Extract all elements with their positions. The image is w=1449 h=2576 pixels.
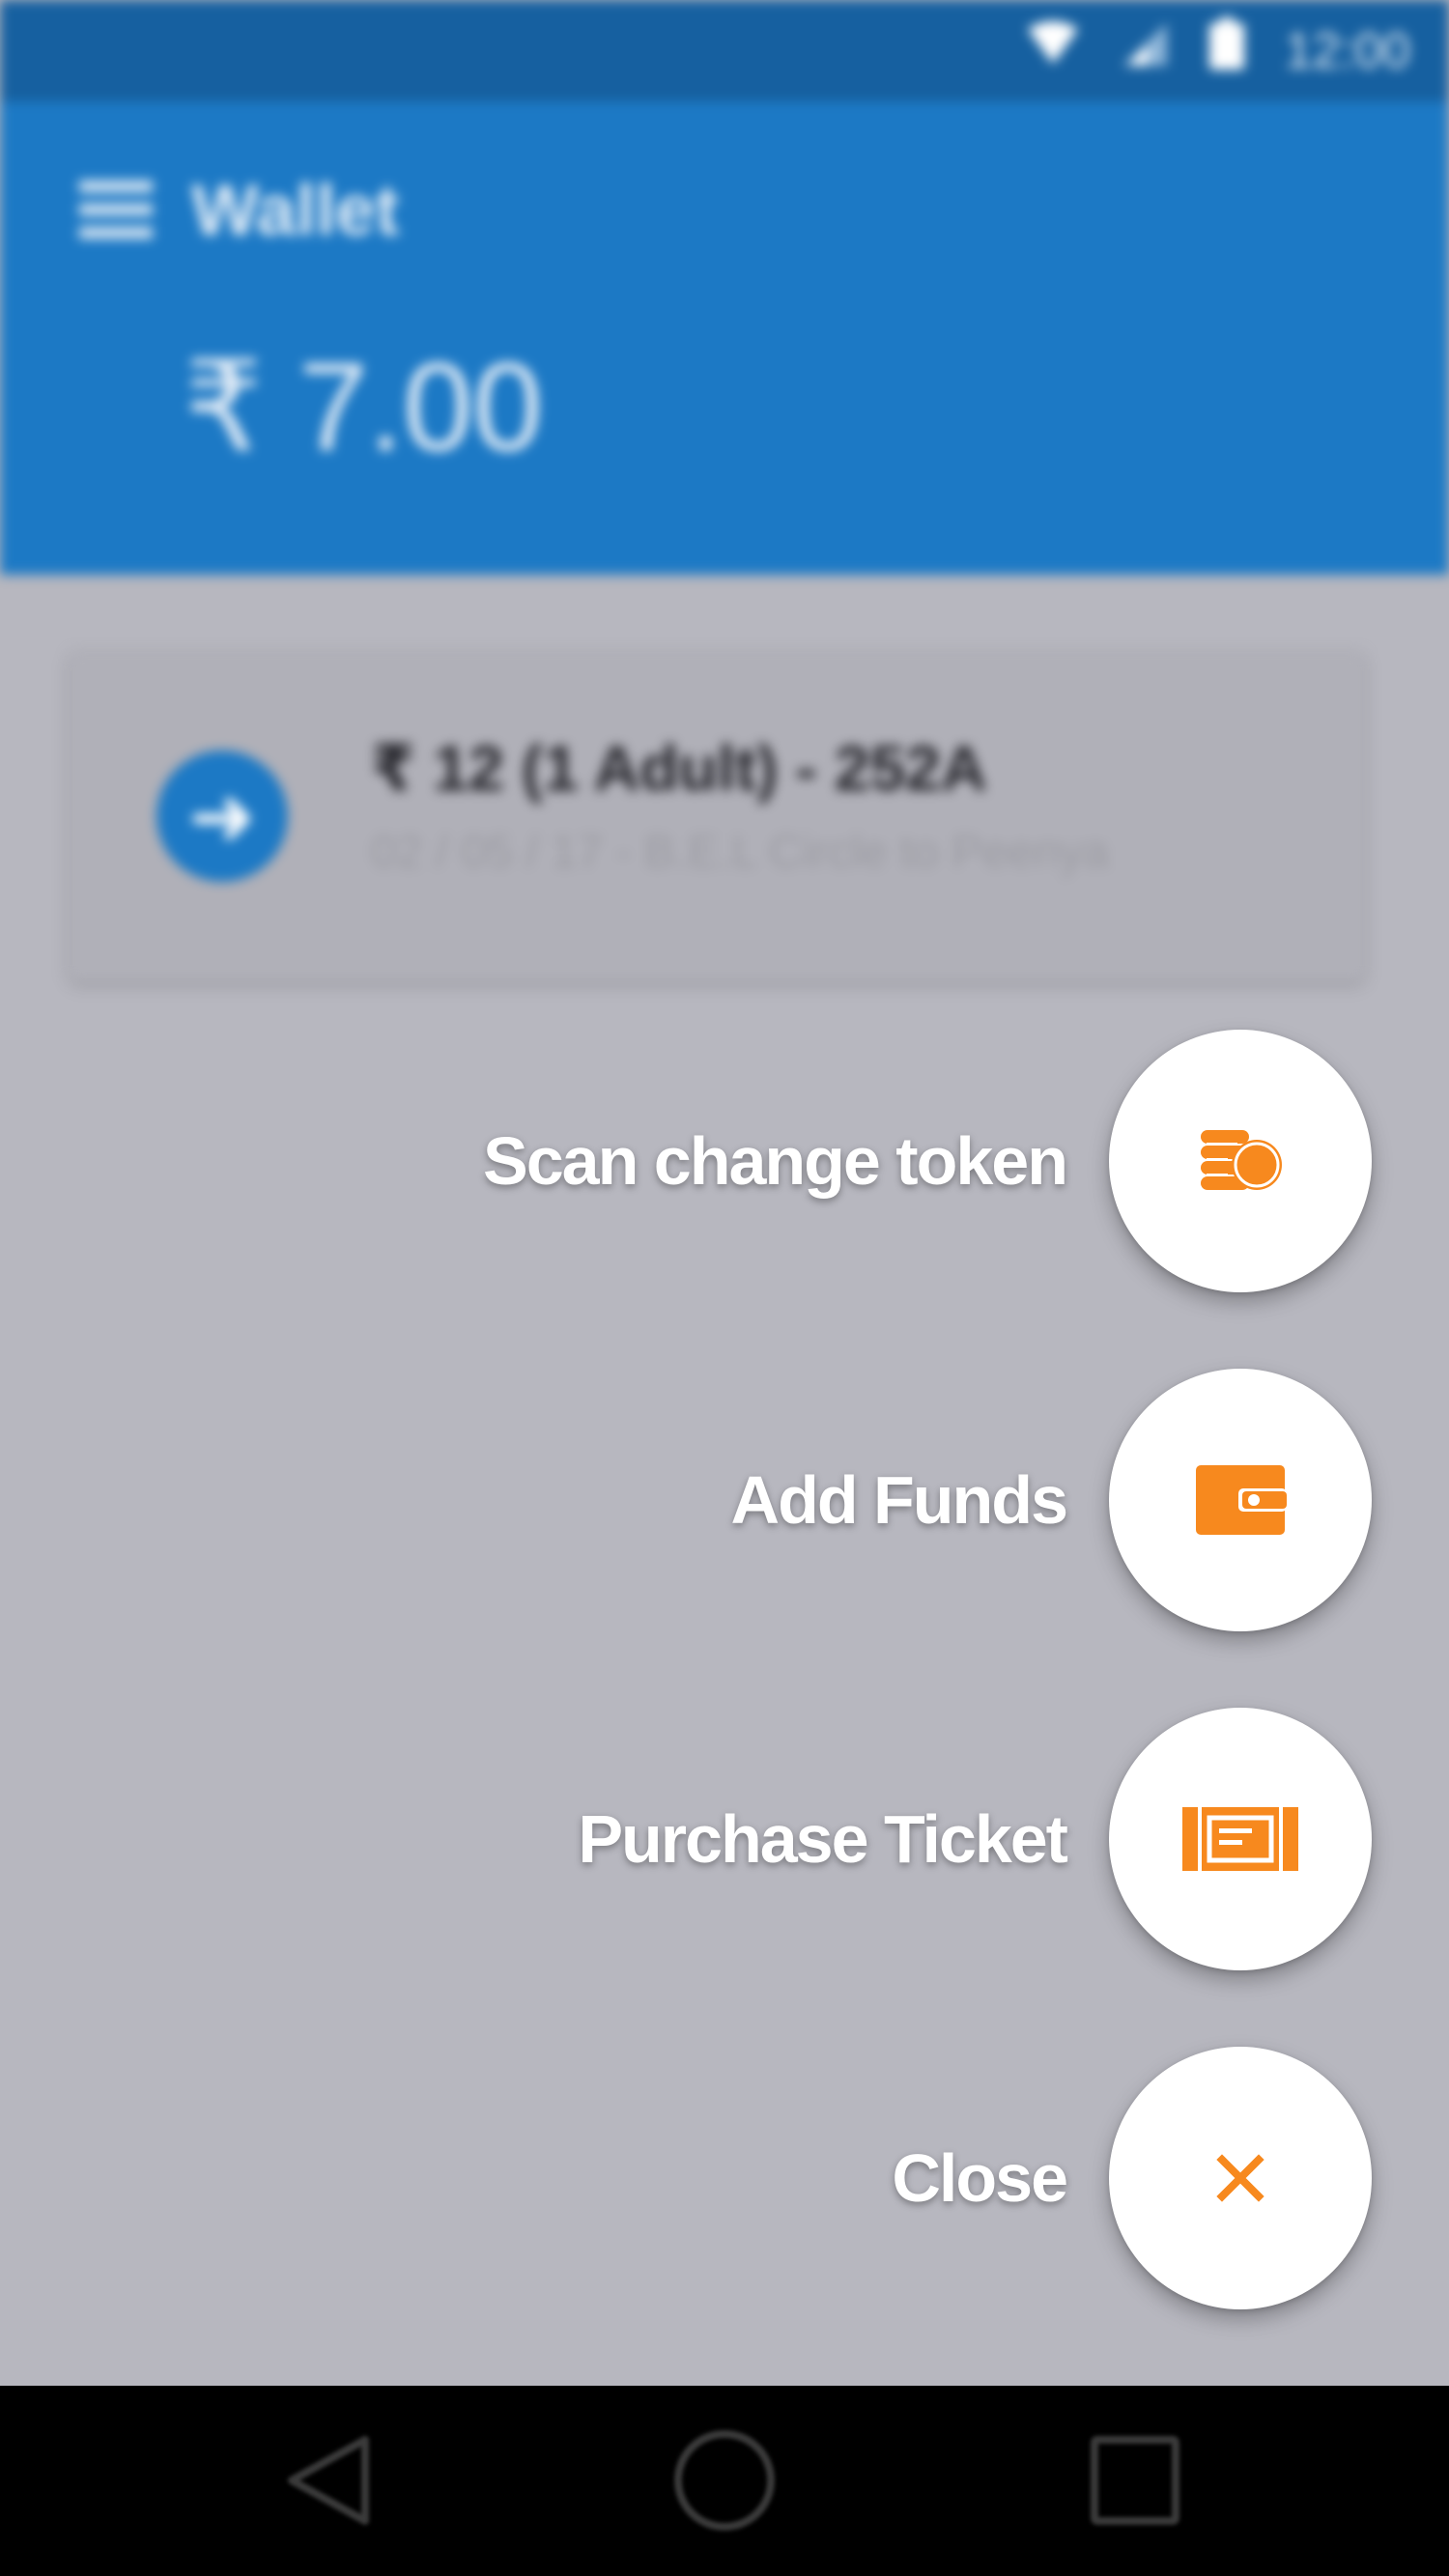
speed-dial-close: Close — [0, 2047, 1449, 2309]
menu-icon[interactable] — [79, 181, 153, 239]
wallet-balance: ₹ 7.00 — [184, 336, 543, 477]
back-button[interactable] — [270, 2424, 386, 2540]
home-icon — [671, 2427, 778, 2538]
add-funds-label[interactable]: Add Funds — [731, 1461, 1068, 1539]
home-button[interactable] — [667, 2424, 782, 2540]
purchase-ticket-button[interactable] — [1109, 1708, 1372, 1970]
status-time: 12:00 — [1284, 22, 1410, 79]
ticket-icon — [1182, 1807, 1298, 1871]
arrow-right-icon: ➜ — [156, 750, 288, 882]
scan-change-token-button[interactable] — [1109, 1030, 1372, 1292]
speed-dial-purchase-ticket: Purchase Ticket — [0, 1708, 1449, 1970]
coins-icon — [1197, 1122, 1284, 1200]
speed-dial-scan-change-token: Scan change token — [0, 1030, 1449, 1292]
purchase-ticket-label[interactable]: Purchase Ticket — [578, 1800, 1068, 1878]
ticket-card[interactable]: ➜ ₹ 12 (1 Adult) - 252A 02 / 05 / 17 - B… — [70, 652, 1364, 980]
wallet-icon — [1194, 1463, 1287, 1537]
ticket-subtitle: 02 / 05 / 17 - B.E.L Circle to Peenya — [371, 827, 1109, 878]
signal-icon — [1119, 21, 1169, 80]
close-label[interactable]: Close — [892, 2139, 1068, 2217]
scan-change-token-label[interactable]: Scan change token — [483, 1122, 1068, 1200]
recents-icon — [1087, 2432, 1183, 2534]
battery-icon — [1208, 17, 1246, 84]
back-icon — [280, 2432, 377, 2534]
speed-dial-add-funds: Add Funds — [0, 1369, 1449, 1631]
close-icon — [1216, 2154, 1264, 2202]
close-button[interactable] — [1109, 2047, 1372, 2309]
navigation-bar — [0, 2386, 1449, 2576]
app-bar: Wallet ₹ 7.00 — [0, 101, 1449, 575]
app-title: Wallet — [191, 170, 400, 250]
wifi-icon — [1026, 21, 1080, 80]
status-bar: 12:00 — [0, 0, 1449, 101]
status-icons: 12:00 — [1026, 17, 1410, 84]
recents-button[interactable] — [1077, 2424, 1193, 2540]
add-funds-button[interactable] — [1109, 1369, 1372, 1631]
ticket-title: ₹ 12 (1 Adult) - 252A — [371, 732, 987, 804]
